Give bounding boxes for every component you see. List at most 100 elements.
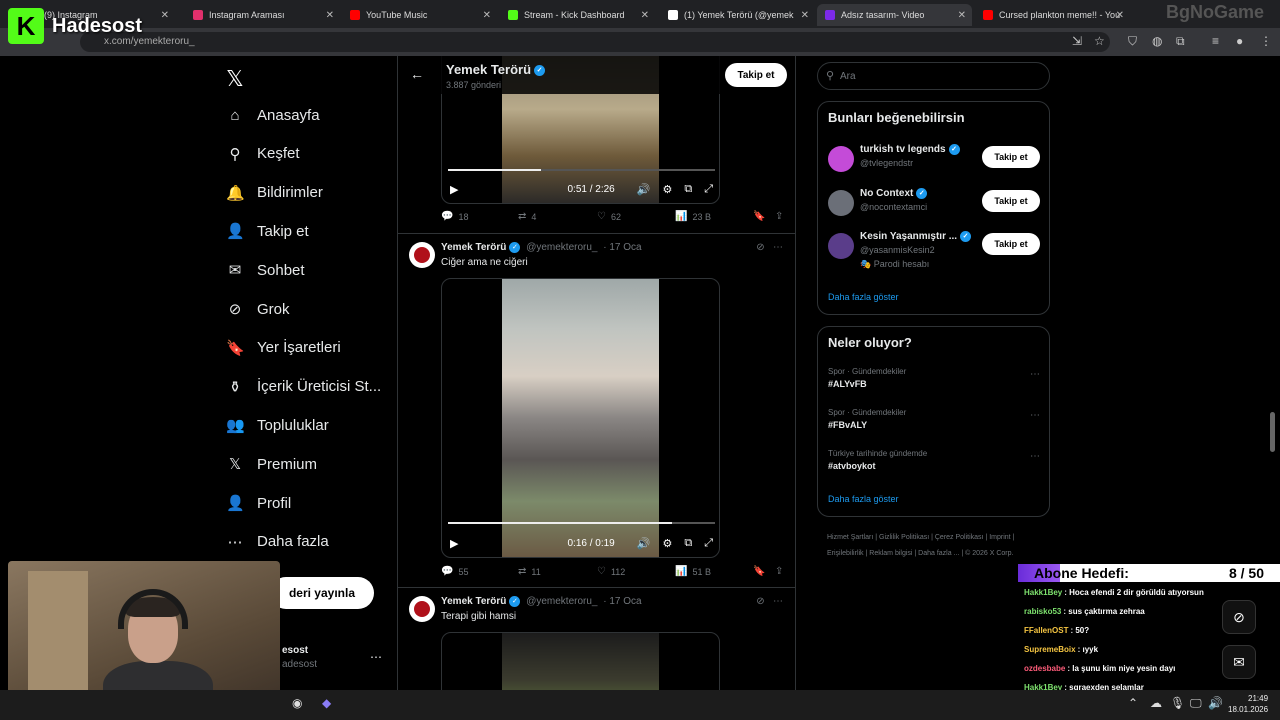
settings-icon[interactable]: ⚙ <box>662 183 672 196</box>
fullscreen-icon[interactable]: ⤢ <box>704 183 713 196</box>
avatar[interactable]: ● <box>1236 34 1243 48</box>
views-button[interactable]: 📊 23 B <box>675 211 711 222</box>
tray-chevron-icon[interactable]: ⌃ <box>1128 696 1138 710</box>
suggestion-item[interactable]: Kesin Yaşanmıştır ... ✓ @yasanmisKesin2 🎭 P… <box>828 231 1040 269</box>
url-field[interactable]: x.com/yemekteroru_ <box>80 32 1110 52</box>
extension-icon[interactable]: ◍ <box>1152 34 1162 48</box>
follow-button[interactable]: Takip et <box>725 63 787 87</box>
search-input[interactable]: ⚲ Ara <box>817 62 1050 90</box>
footer-links[interactable]: Hizmet Şartları | Gizlilik Politikası | … <box>827 530 1047 562</box>
menu-icon[interactable]: ⋮ <box>1260 34 1272 48</box>
pip-icon[interactable]: ⧉ <box>684 183 692 196</box>
messages-floating-icon[interactable]: ✉ <box>1222 645 1256 679</box>
video-player[interactable]: ▶ 0:16 / 0:19 🔊 ⚙ ⧉ ⤢ <box>441 278 720 558</box>
volume-icon[interactable]: 🔊 <box>1208 696 1223 710</box>
tweet-date[interactable]: · 17 Oca <box>603 596 641 607</box>
close-tab-icon[interactable]: ✕ <box>326 10 334 21</box>
star-icon[interactable]: ☆ <box>1094 34 1105 48</box>
close-tab-icon[interactable]: ✕ <box>641 10 649 21</box>
account-name[interactable]: esost <box>282 645 308 656</box>
pip-icon[interactable]: ⧉ <box>684 537 692 550</box>
close-tab-icon[interactable]: ✕ <box>801 10 809 21</box>
sidebar-item-mail[interactable]: ✉ Sohbet <box>226 256 305 284</box>
follow-button[interactable]: Takip et <box>982 146 1040 168</box>
install-icon[interactable]: ⇲ <box>1072 34 1082 48</box>
account-more-icon[interactable]: ⋯ <box>370 650 382 664</box>
settings-icon[interactable]: ⚙ <box>662 537 672 550</box>
avatar[interactable] <box>828 233 854 259</box>
tray-app-icon[interactable]: ☁ <box>1150 696 1162 710</box>
browser-tab[interactable]: Cursed plankton meme!! - You ✕ <box>975 4 1130 26</box>
grok-icon[interactable]: ⊘ <box>756 242 764 253</box>
volume-icon[interactable]: 🔊 <box>637 537 651 550</box>
author-name[interactable]: Yemek Terörü <box>441 242 506 253</box>
app-icon[interactable]: ◆ <box>322 696 331 710</box>
sidebar-item-person-add[interactable]: 👤 Takip et <box>226 217 309 245</box>
suggestion-item[interactable]: No Context ✓ @nocontextamci Takip et <box>828 187 1040 224</box>
sidebar-item-profile[interactable]: 👤 Profil <box>226 489 291 517</box>
puzzle-icon[interactable]: ⧉ <box>1176 34 1185 49</box>
follow-button[interactable]: Takip et <box>982 189 1040 212</box>
video-player[interactable] <box>441 632 720 690</box>
back-arrow-icon[interactable]: ← <box>410 66 424 82</box>
sidebar-item-more-circle[interactable]: ⋯ Daha fazla <box>226 528 329 556</box>
video-progress[interactable] <box>448 522 715 524</box>
sidebar-item-grok[interactable]: ⊘ Grok <box>226 295 290 323</box>
bookmark-button[interactable]: 🔖 <box>753 566 770 577</box>
sidebar-item-bookmark[interactable]: 🔖 Yer İşaretleri <box>226 334 341 362</box>
repost-button[interactable]: ⇄ 4 <box>518 211 536 222</box>
bookmark-button[interactable]: 🔖 <box>753 211 770 222</box>
browser-tab[interactable]: Adsız tasarım- Video ✕ <box>817 4 972 26</box>
sidebar-item-search[interactable]: ⚲ Keşfet <box>226 140 300 168</box>
share-button[interactable]: ⇪ <box>775 566 788 577</box>
play-icon[interactable]: ▶ <box>450 537 458 550</box>
trend-item[interactable]: Spor · Gündemdekiler #ALYvFB ⋯ <box>828 367 1040 389</box>
browser-tab[interactable]: YouTube Music ✕ <box>342 4 497 26</box>
show-more-link[interactable]: Daha fazla göster <box>828 292 899 302</box>
volume-icon[interactable]: 🔊 <box>637 183 651 196</box>
more-icon[interactable]: ⋯ <box>1030 369 1040 380</box>
more-icon[interactable]: ⋯ <box>1030 451 1040 462</box>
x-logo-icon[interactable]: 𝕏 <box>226 66 244 92</box>
play-icon[interactable]: ▶ <box>450 183 458 196</box>
like-button[interactable]: ♡ 62 <box>597 211 621 222</box>
sidebar-item-creator[interactable]: ⚱ İçerik Üreticisi St... <box>226 373 381 401</box>
sidebar-item-communities[interactable]: 👥 Topluluklar <box>226 411 329 439</box>
post-button[interactable]: deri yayınla <box>270 577 374 609</box>
microphone-icon[interactable]: 🎙 <box>1170 696 1185 710</box>
sidebar-item-x-logo[interactable]: 𝕏 Premium <box>226 450 317 478</box>
browser-tab[interactable]: Instagram Araması ✕ <box>185 4 340 26</box>
author-handle[interactable]: @yemekteroru_ <box>526 596 597 607</box>
video-progress[interactable] <box>448 169 715 171</box>
more-icon[interactable]: ⋯ <box>773 596 783 607</box>
more-icon[interactable]: ⋯ <box>773 242 783 253</box>
fullscreen-icon[interactable]: ⤢ <box>704 537 713 550</box>
suggestion-item[interactable]: turkish tv legends ✓ @tvlegendstr Takip et <box>828 144 1040 180</box>
display-icon[interactable]: 🖵 <box>1190 696 1202 711</box>
more-icon[interactable]: ⋯ <box>1030 410 1040 421</box>
reply-button[interactable]: 💬 18 <box>441 211 468 222</box>
close-tab-icon[interactable]: ✕ <box>161 10 169 21</box>
like-button[interactable]: ♡ 112 <box>597 566 625 577</box>
browser-tab[interactable]: Stream - Kick Dashboard ✕ <box>500 4 655 26</box>
avatar[interactable] <box>828 146 854 172</box>
shield-icon[interactable]: ⛉ <box>1128 34 1137 49</box>
browser-tab[interactable]: (1) Yemek Terörü (@yemek ✕ <box>660 4 815 26</box>
tweet-date[interactable]: · 17 Oca <box>603 242 641 253</box>
reply-button[interactable]: 💬 55 <box>441 566 468 577</box>
avatar[interactable] <box>409 596 435 622</box>
author-name[interactable]: Yemek Terörü <box>441 596 506 607</box>
app-icon[interactable]: ◉ <box>292 696 302 710</box>
scrollbar[interactable] <box>1270 412 1275 452</box>
sidebar-item-bell[interactable]: 🔔 Bildirimler <box>226 179 323 207</box>
avatar[interactable] <box>409 242 435 268</box>
trend-item[interactable]: Spor · Gündemdekiler #FBvALY ⋯ <box>828 408 1040 430</box>
trend-item[interactable]: Türkiye tarihinde gündemde #atvboykot ⋯ <box>828 449 1040 471</box>
share-button[interactable]: ⇪ <box>775 211 788 222</box>
close-tab-icon[interactable]: ✕ <box>1116 10 1124 21</box>
grok-icon[interactable]: ⊘ <box>756 596 764 607</box>
repost-button[interactable]: ⇄ 11 <box>518 566 541 577</box>
close-tab-icon[interactable]: ✕ <box>483 10 491 21</box>
sidebar-item-home[interactable]: ⌂ Anasayfa <box>226 101 319 129</box>
grok-floating-icon[interactable]: ⊘ <box>1222 600 1256 634</box>
